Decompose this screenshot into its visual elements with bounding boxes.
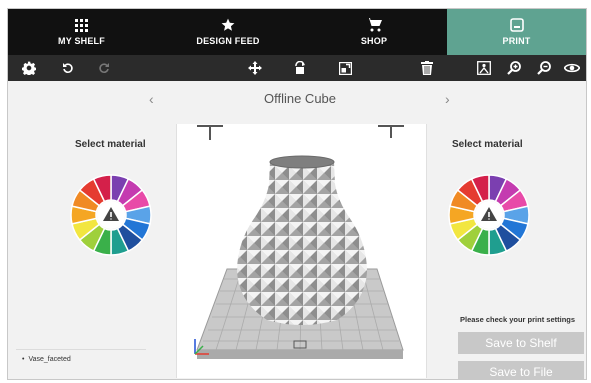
- grid-icon: [75, 18, 88, 32]
- vase-model: [237, 155, 367, 325]
- view-icon[interactable]: [563, 59, 581, 77]
- tab-label: PRINT: [502, 36, 531, 46]
- select-material-label-right: Select material: [452, 139, 523, 150]
- top-nav: MY SHELF DESIGN FEED SHOP PRINT: [8, 9, 586, 55]
- redo-icon[interactable]: [95, 59, 113, 77]
- undo-icon[interactable]: [59, 59, 77, 77]
- layout-icon[interactable]: [475, 59, 493, 77]
- list-item[interactable]: Vase_faceted: [16, 356, 146, 363]
- tab-design-feed[interactable]: DESIGN FEED: [155, 9, 301, 55]
- tab-label: SHOP: [360, 36, 388, 46]
- rotate-icon[interactable]: [291, 59, 309, 77]
- scale-icon[interactable]: [336, 59, 354, 77]
- gear-icon[interactable]: [20, 59, 38, 77]
- tab-print[interactable]: PRINT: [447, 9, 586, 55]
- move-icon[interactable]: [246, 59, 264, 77]
- toolbar: [8, 55, 586, 81]
- printer-clip-right: [378, 125, 404, 138]
- tab-shop[interactable]: SHOP: [301, 9, 447, 55]
- tab-my-shelf[interactable]: MY SHELF: [8, 9, 155, 55]
- 3d-viewport[interactable]: [176, 124, 427, 378]
- model-title: Offline Cube: [263, 91, 337, 106]
- print-icon: [509, 18, 524, 32]
- tab-label: DESIGN FEED: [196, 36, 260, 46]
- zoom-in-icon[interactable]: [505, 59, 523, 77]
- select-material-label-left: Select material: [75, 139, 146, 150]
- print-workspace: ‹ Offline Cube › Select material Select …: [8, 81, 586, 379]
- save-to-file-button[interactable]: Save to File: [458, 361, 584, 379]
- material-wheel-right[interactable]: [448, 174, 530, 256]
- app-window: MY SHELF DESIGN FEED SHOP PRINT ‹ Offlin…: [7, 8, 587, 380]
- tab-label: MY SHELF: [58, 35, 105, 46]
- next-model-arrow[interactable]: ›: [445, 91, 450, 107]
- star-icon: [221, 18, 235, 32]
- prev-model-arrow[interactable]: ‹: [149, 91, 154, 107]
- material-wheel-left[interactable]: [70, 174, 152, 256]
- save-to-shelf-button[interactable]: Save to Shelf: [458, 332, 584, 354]
- model-render: [194, 125, 404, 359]
- file-list: Vase_faceted: [16, 349, 146, 363]
- zoom-out-icon[interactable]: [535, 59, 553, 77]
- trash-icon[interactable]: [418, 59, 436, 77]
- printer-clip-left: [197, 125, 223, 140]
- print-settings-notice: Please check your print settings: [460, 315, 576, 324]
- cart-icon: [366, 18, 382, 32]
